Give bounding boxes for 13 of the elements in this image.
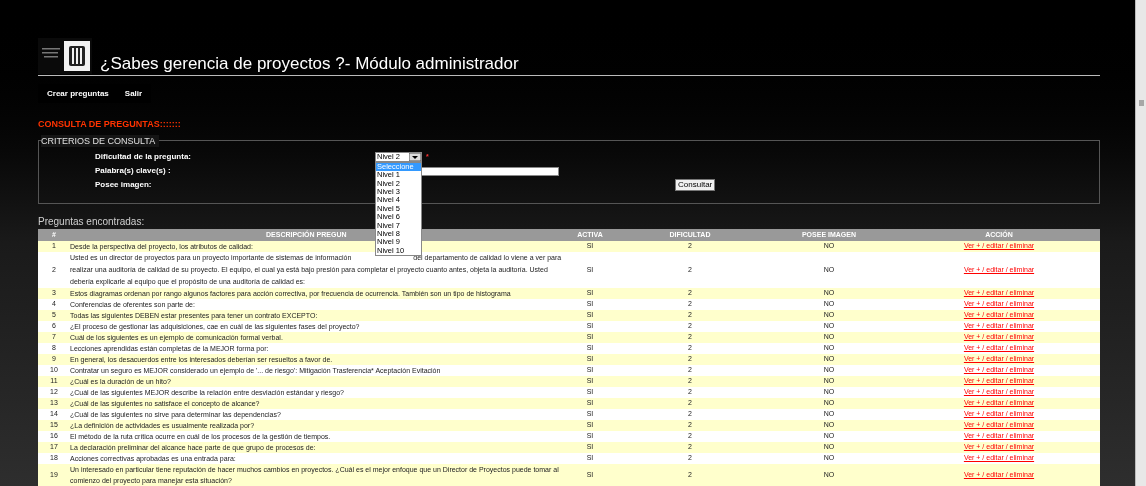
scroll-grip-icon <box>1138 100 1144 106</box>
panel-legend: CRITERIOS DE CONSULTA <box>41 134 160 147</box>
field-label: Posee imagen: <box>95 180 152 189</box>
menu-link[interactable]: Salir <box>124 87 143 100</box>
section-heading: CONSULTA DE PREGUNTAS::::::: <box>38 118 182 131</box>
results-heading: Preguntas encontradas: <box>38 216 145 228</box>
page-title: ¿Sabes gerencia de proyectos ?- Módulo administrador <box>100 54 519 74</box>
menu-link[interactable]: Crear preguntas <box>47 87 109 100</box>
university-logo <box>38 38 92 74</box>
dropdown-arrow-icon <box>409 153 421 161</box>
field-label: Dificultad de la pregunta: <box>95 151 192 163</box>
field-label: Palabra(s) clave(s) : <box>95 165 172 177</box>
consult-button[interactable]: Consultar <box>675 179 716 191</box>
